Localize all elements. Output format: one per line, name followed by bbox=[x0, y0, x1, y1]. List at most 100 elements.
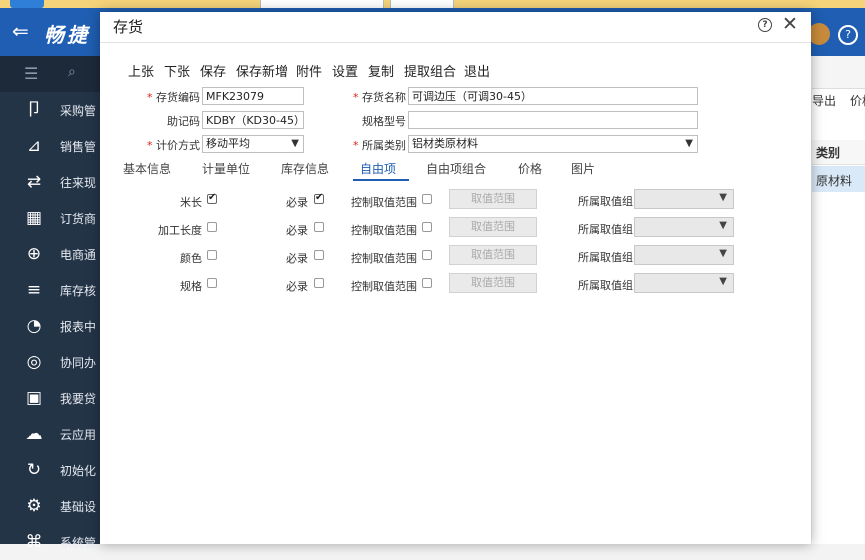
tab[interactable]: 基本信息 bbox=[123, 160, 171, 177]
system-icon: ⌘ bbox=[25, 532, 43, 552]
sidebar-item[interactable]: ▦ 订货商 bbox=[0, 200, 100, 236]
sidebar-item[interactable]: ⇄ 往来现 bbox=[0, 164, 100, 200]
value-range-button[interactable]: 取值范围 bbox=[449, 189, 537, 209]
sidebar-item-label: 系统管 bbox=[60, 536, 97, 550]
column-header-category: 类别 bbox=[816, 146, 841, 160]
category-select[interactable]: 铝材类原材料 ▼ bbox=[408, 135, 698, 153]
pricing-value: 移动平均 bbox=[206, 137, 250, 150]
menu-icon[interactable]: ☰ bbox=[24, 64, 38, 83]
toolbar-button[interactable]: 设置 bbox=[332, 61, 358, 80]
sidebar-item[interactable]: ⊿ 销售管 bbox=[0, 128, 100, 164]
sidebar-item[interactable]: ☁ 云应用 bbox=[0, 416, 100, 452]
value-group-select[interactable]: ▼ bbox=[634, 273, 734, 293]
free-item-checkbox[interactable] bbox=[207, 250, 217, 260]
init-icon: ↻ bbox=[26, 460, 42, 480]
order-icon: ▦ bbox=[25, 208, 43, 228]
sidebar-header: ☰ ⌕ bbox=[0, 56, 100, 92]
toolbar-button[interactable]: 提取组合 bbox=[404, 61, 456, 80]
top-button[interactable] bbox=[390, 0, 454, 8]
export-button[interactable]: 导出 bbox=[812, 92, 836, 109]
tab[interactable]: 库存信息 bbox=[281, 160, 329, 177]
range-control-checkbox[interactable] bbox=[422, 278, 432, 288]
sidebar-item[interactable]: ⚙ 基础设 bbox=[0, 488, 100, 524]
tab[interactable]: 价格 bbox=[518, 160, 542, 177]
sidebar-item-label: 库存核 bbox=[60, 284, 97, 298]
sidebar-item[interactable]: ◎ 协同办 bbox=[0, 344, 100, 380]
name-input[interactable]: 可调边压（可调30-45） bbox=[408, 87, 698, 105]
chevron-down-icon: ▼ bbox=[719, 276, 727, 287]
value-group-select[interactable]: ▼ bbox=[634, 245, 734, 265]
value-group-select[interactable]: ▼ bbox=[634, 217, 734, 237]
mnemonic-input[interactable]: KDBY（KD30-45） bbox=[202, 111, 304, 129]
background-toolbar: 导出 价格 bbox=[812, 56, 865, 108]
sidebar-item[interactable]: ↻ 初始化 bbox=[0, 452, 100, 488]
help-icon[interactable]: ? bbox=[758, 18, 772, 32]
pricing-select[interactable]: 移动平均 ▼ bbox=[202, 135, 304, 153]
range-control-label: 控制取值范围 bbox=[351, 224, 417, 237]
table-cell-category: 原材料 bbox=[816, 174, 853, 188]
purchase-icon: 卩 bbox=[25, 100, 43, 120]
tab[interactable]: 自由项组合 bbox=[426, 160, 486, 177]
avatar[interactable] bbox=[808, 23, 830, 45]
report-icon: ◔ bbox=[26, 316, 42, 336]
sidebar-item[interactable]: ⊕ 电商通 bbox=[0, 236, 100, 272]
sidebar-item-label: 销售管 bbox=[60, 140, 97, 154]
free-item-name: 加工长度 bbox=[158, 224, 202, 237]
sidebar-item-label: 云应用 bbox=[60, 428, 97, 442]
price-button[interactable]: 价格 bbox=[850, 92, 865, 109]
range-control-label: 控制取值范围 bbox=[351, 252, 417, 265]
sidebar-item-label: 协同办 bbox=[60, 356, 97, 370]
range-control-checkbox[interactable] bbox=[422, 250, 432, 260]
sidebar-item-label: 订货商 bbox=[60, 212, 97, 226]
toolbar-button[interactable]: 保存新增 bbox=[236, 61, 288, 80]
sidebar-item-label: 电商通 bbox=[60, 248, 97, 262]
required-checkbox[interactable] bbox=[314, 278, 324, 288]
close-icon[interactable]: ✕ bbox=[782, 13, 798, 35]
value-group-label: 所属取值组 bbox=[578, 279, 633, 292]
code-input[interactable]: MFK23079 bbox=[202, 87, 304, 105]
required-checkbox[interactable] bbox=[314, 250, 324, 260]
sidebar-item[interactable]: ▣ 我要贷 bbox=[0, 380, 100, 416]
divider bbox=[100, 42, 811, 43]
range-control-checkbox[interactable] bbox=[422, 194, 432, 204]
sidebar-item[interactable]: ⌘ 系统管 bbox=[0, 524, 100, 560]
top-input[interactable] bbox=[260, 0, 384, 8]
toolbar-button[interactable]: 上张 bbox=[128, 61, 154, 80]
background-table-header: 类别 bbox=[812, 140, 865, 165]
sidebar: 卩 采购管 ⊿ 销售管 ⇄ 往来现 ▦ 订货商 ⊕ 电商通 ≡ 库存核 ◔ 报表中 ◎ 协同办 ▣ 我要贷 ☁ 云应用… bbox=[0, 56, 100, 552]
sidebar-item[interactable]: ≡ 库存核 bbox=[0, 272, 100, 308]
free-item-checkbox[interactable] bbox=[207, 278, 217, 288]
required-label: 必录 bbox=[286, 196, 308, 209]
search-icon[interactable]: ⌕ bbox=[68, 64, 76, 80]
free-item-checkbox[interactable] bbox=[207, 222, 217, 232]
sidebar-item[interactable]: 卩 采购管 bbox=[0, 92, 100, 128]
tab[interactable]: 自由项 bbox=[360, 160, 396, 177]
tab[interactable]: 计量单位 bbox=[202, 160, 250, 177]
toolbar-button[interactable]: 下张 bbox=[164, 61, 190, 80]
toolbar-button[interactable]: 保存 bbox=[200, 61, 226, 80]
toolbar-button[interactable]: 退出 bbox=[464, 61, 490, 80]
value-range-button[interactable]: 取值范围 bbox=[449, 273, 537, 293]
table-row[interactable]: 原材料 bbox=[812, 166, 865, 192]
value-group-select[interactable]: ▼ bbox=[634, 189, 734, 209]
help-icon[interactable]: ? bbox=[838, 25, 858, 45]
value-range-button[interactable]: 取值范围 bbox=[449, 217, 537, 237]
range-control-checkbox[interactable] bbox=[422, 222, 432, 232]
required-checkbox[interactable] bbox=[314, 222, 324, 232]
code-label: * 存货编码 bbox=[147, 91, 200, 104]
required-checkbox[interactable] bbox=[314, 192, 324, 204]
chevron-down-icon: ▼ bbox=[685, 138, 693, 149]
value-group-label: 所属取值组 bbox=[578, 223, 633, 236]
arrow-left-icon[interactable]: ⇐ bbox=[12, 19, 29, 43]
range-control-label: 控制取值范围 bbox=[351, 280, 417, 293]
category-value: 铝材类原材料 bbox=[412, 137, 478, 150]
spec-input[interactable] bbox=[408, 111, 698, 129]
inventory-dialog: 存货 ? ✕ 上张 下张 保存 保存新增 附件 设置 复制 提取组合 退出 * 存货编码 MFK… bbox=[100, 12, 811, 544]
toolbar-button[interactable]: 复制 bbox=[368, 61, 394, 80]
tab[interactable]: 图片 bbox=[571, 160, 595, 177]
value-range-button[interactable]: 取值范围 bbox=[449, 245, 537, 265]
sidebar-item[interactable]: ◔ 报表中 bbox=[0, 308, 100, 344]
transfer-icon: ⇄ bbox=[26, 172, 42, 192]
toolbar-button[interactable]: 附件 bbox=[296, 61, 322, 80]
free-item-checkbox[interactable] bbox=[207, 192, 217, 204]
